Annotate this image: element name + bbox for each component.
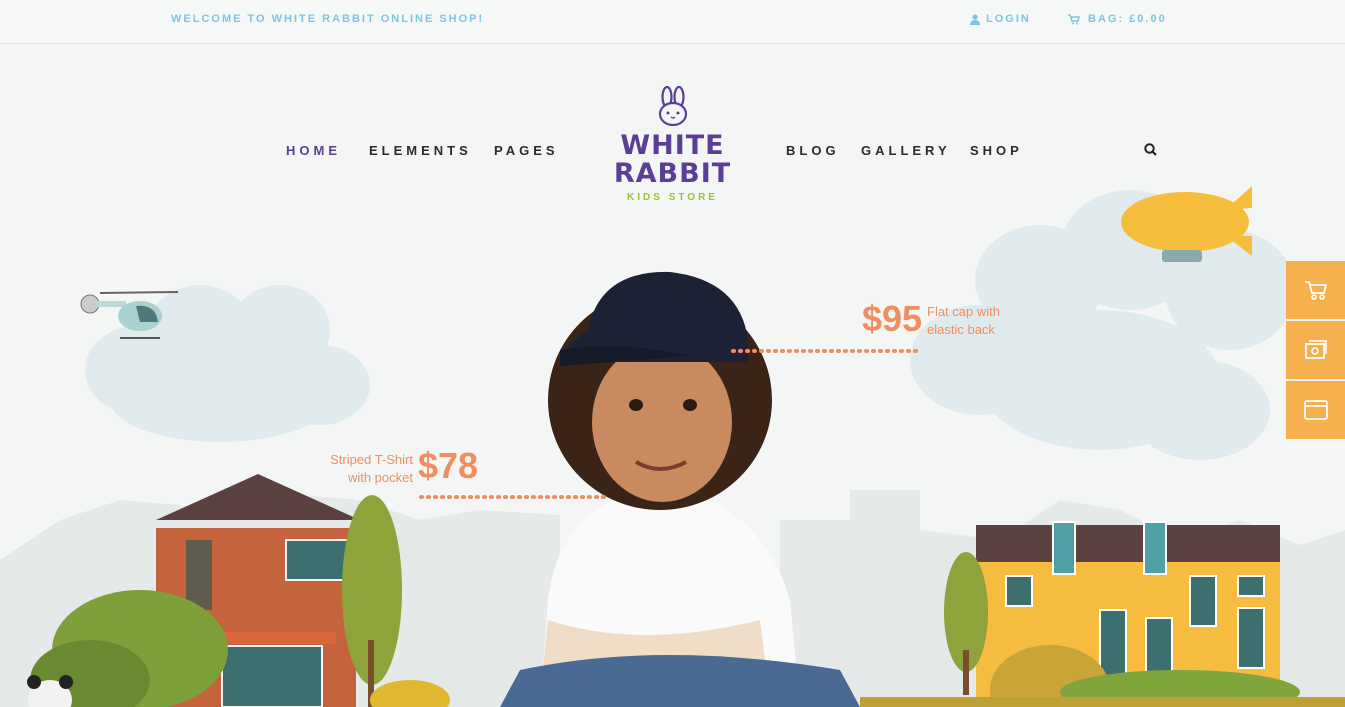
search-button[interactable] xyxy=(1144,143,1157,161)
price-cap-desc: Flat cap with elastic back xyxy=(927,303,1000,339)
cart-icon xyxy=(1068,13,1080,24)
cart-icon xyxy=(1304,281,1327,300)
logo-title-line2: RABBIT xyxy=(613,158,732,189)
search-icon xyxy=(1144,143,1157,156)
nav-blog[interactable]: BLOG xyxy=(786,143,840,158)
price-cap: $95 xyxy=(862,298,923,339)
price-tshirt-desc-line2: with pocket xyxy=(347,470,413,485)
nav-elements[interactable]: ELEMENTS xyxy=(369,143,472,158)
price-tshirt-desc-line1: Striped T-Shirt xyxy=(330,452,413,467)
gallery-icon xyxy=(1304,340,1327,359)
user-icon xyxy=(970,13,980,25)
top-bar: WELCOME TO WHITE RABBIT ONLINE SHOP! LOG… xyxy=(0,0,1345,44)
price-tshirt: $78 xyxy=(418,445,479,486)
login-label: LOGIN xyxy=(986,13,1031,25)
price-cap-desc-line2: elastic back xyxy=(927,322,995,337)
login-link[interactable]: LOGIN xyxy=(970,13,1031,25)
bag-total: BAG: £0.00 xyxy=(1088,13,1167,25)
window-icon xyxy=(1303,400,1328,420)
floating-sidebar xyxy=(1286,261,1345,441)
logo-subtitle: KIDS STORE xyxy=(627,192,718,203)
nav-shop[interactable]: SHOP xyxy=(970,143,1023,158)
sidebar-window-button[interactable] xyxy=(1286,381,1345,441)
logo-title-line1: WHITE xyxy=(620,130,725,161)
sidebar-gallery-button[interactable] xyxy=(1286,321,1345,381)
sidebar-cart-button[interactable] xyxy=(1286,261,1345,321)
welcome-message: WELCOME TO WHITE RABBIT ONLINE SHOP! xyxy=(171,13,485,25)
price-tshirt-desc: Striped T-Shirt with pocket xyxy=(300,451,413,487)
rabbit-icon xyxy=(658,86,687,126)
nav-pages[interactable]: PAGES xyxy=(494,143,559,158)
nav-home[interactable]: HOME xyxy=(286,143,341,158)
price-cap-desc-line1: Flat cap with xyxy=(927,304,1000,319)
site-logo[interactable]: WHITE RABBIT KIDS STORE xyxy=(600,86,745,203)
bag-link[interactable]: BAG: £0.00 xyxy=(1068,13,1167,25)
nav-gallery[interactable]: GALLERY xyxy=(861,143,951,158)
